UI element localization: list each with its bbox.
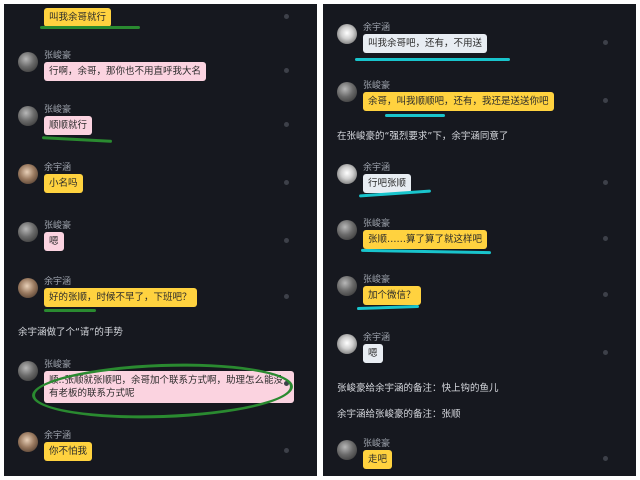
sender-name: 张峻豪 [363, 219, 391, 229]
highlight-underline [356, 304, 420, 311]
avatar[interactable] [18, 106, 38, 126]
highlight-underline [385, 114, 445, 117]
more-dot[interactable] [284, 68, 289, 73]
more-dot[interactable] [284, 122, 289, 127]
more-dot[interactable] [603, 180, 608, 185]
message-bubble: 顺顺就行 [44, 116, 93, 135]
message-bubble: 小名吗 [44, 174, 83, 193]
message-bubble: 张顺……算了算了就这样吧 [363, 230, 488, 249]
avatar[interactable] [18, 278, 38, 298]
system-message: 余宇涵给张峻豪的备注：张顺 [337, 409, 461, 420]
message-bubble: 行吧张顺 [363, 174, 412, 193]
avatar[interactable] [337, 220, 357, 240]
avatar[interactable] [337, 440, 357, 460]
sender-name: 余宇涵 [44, 431, 72, 441]
message-bubble: 你不怕我 [44, 442, 93, 461]
avatar[interactable] [18, 222, 38, 242]
system-message: 张峻豪给余宇涵的备注：快上钩的鱼儿 [337, 383, 499, 394]
sender-name: 余宇涵 [44, 277, 72, 287]
sender-name: 余宇涵 [363, 23, 391, 33]
chat-panel-right: 余宇涵 叫我余哥吧，还有，不用送 张峻豪 余哥，叫我顺顺吧，还有，我还是送送你吧… [323, 4, 636, 476]
avatar[interactable] [337, 276, 357, 296]
system-message: 余宇涵做了个“请”的手势 [18, 327, 123, 338]
more-dot[interactable] [284, 180, 289, 185]
message-bubble: 行啊，余哥，那你也不用直呼我大名 [44, 62, 207, 81]
sender-name: 张峻豪 [44, 221, 72, 231]
message-bubble: 好的张顺，时候不早了，下班吧？ [44, 288, 197, 307]
avatar[interactable] [337, 24, 357, 44]
more-dot[interactable] [603, 236, 608, 241]
more-dot[interactable] [603, 98, 608, 103]
message-bubble: 叫我余哥吧，还有，不用送 [363, 34, 488, 53]
avatar[interactable] [337, 334, 357, 354]
highlight-underline [44, 309, 96, 312]
more-dot[interactable] [603, 292, 608, 297]
more-dot[interactable] [603, 40, 608, 45]
more-dot[interactable] [284, 294, 289, 299]
more-dot[interactable] [603, 456, 608, 461]
avatar[interactable] [337, 82, 357, 102]
more-dot[interactable] [284, 448, 289, 453]
avatar[interactable] [337, 164, 357, 184]
avatar[interactable] [18, 52, 38, 72]
message-bubble: 叫我余哥就行 [44, 8, 112, 27]
highlight-underline [360, 248, 492, 255]
more-dot[interactable] [284, 238, 289, 243]
chat-panel-left: 叫我余哥就行 张峻豪 行啊，余哥，那你也不用直呼我大名 张峻豪 顺顺就行 余宇涵… [4, 4, 317, 476]
sender-name: 张峻豪 [44, 360, 72, 370]
message-bubble: 加个微信？ [363, 286, 421, 305]
highlight-underline [41, 136, 113, 143]
highlight-underline [40, 26, 140, 29]
message-bubble: 走吧 [363, 450, 393, 469]
message-bubble: 嗯 [44, 232, 64, 251]
sender-name: 张峻豪 [363, 439, 391, 449]
sender-name: 余宇涵 [363, 333, 391, 343]
message-bubble: 余哥，叫我顺顺吧，还有，我还是送送你吧 [363, 92, 554, 111]
sender-name: 余宇涵 [363, 163, 391, 173]
sender-name: 余宇涵 [44, 163, 72, 173]
avatar[interactable] [18, 361, 38, 381]
highlight-underline [355, 58, 510, 61]
more-dot[interactable] [603, 350, 608, 355]
sender-name: 张峻豪 [363, 81, 391, 91]
avatar[interactable] [18, 432, 38, 452]
sender-name: 张峻豪 [44, 51, 72, 61]
sender-name: 张峻豪 [44, 105, 72, 115]
system-message: 在张峻豪的“强烈要求”下，余宇涵同意了 [337, 131, 509, 142]
message-bubble: 嗯 [363, 344, 383, 363]
avatar[interactable] [18, 164, 38, 184]
more-dot[interactable] [284, 14, 289, 19]
sender-name: 张峻豪 [363, 275, 391, 285]
